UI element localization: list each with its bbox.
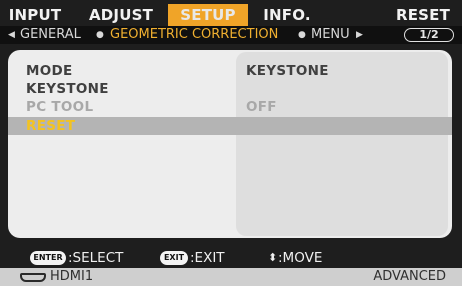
row-label: MODE xyxy=(26,63,73,79)
exit-help-text: :EXIT xyxy=(190,250,225,266)
tab-reset[interactable]: RESET xyxy=(392,4,454,26)
menu-mode: ADVANCED xyxy=(373,269,446,284)
breadcrumb-next[interactable]: MENU xyxy=(311,26,350,44)
breadcrumb: ◀ GENERAL ● GEOMETRIC CORRECTION ● MENU … xyxy=(0,26,462,44)
right-arrow-icon[interactable]: ▶ xyxy=(356,26,363,44)
tab-input[interactable]: INPUT xyxy=(8,4,62,26)
breadcrumb-prev[interactable]: GENERAL xyxy=(20,26,81,44)
menu-row-reset[interactable]: RESET xyxy=(8,117,452,135)
page-indicator: 1/2 xyxy=(404,28,454,42)
row-value: KEYSTONE xyxy=(246,63,329,79)
key-help-bar: ENTER :SELECT EXIT :EXIT ⬍ :MOVE xyxy=(0,248,462,268)
menu-row-mode[interactable]: MODE KEYSTONE xyxy=(8,62,452,80)
breadcrumb-separator: ● xyxy=(298,30,306,40)
breadcrumb-current: GEOMETRIC CORRECTION xyxy=(110,27,279,42)
input-source: HDMI1 xyxy=(50,269,94,284)
menu-tabs: INPUT ADJUST SETUP INFO. RESET xyxy=(0,4,462,26)
row-label: KEYSTONE xyxy=(26,81,109,97)
enter-help-text: :SELECT xyxy=(68,250,124,266)
left-arrow-icon[interactable]: ◀ xyxy=(8,26,15,44)
menu-row-keystone[interactable]: KEYSTONE xyxy=(8,80,452,98)
tab-info[interactable]: INFO. xyxy=(258,4,316,26)
row-label: RESET xyxy=(26,118,76,134)
exit-key-icon: EXIT xyxy=(160,251,188,265)
tab-setup[interactable]: SETUP xyxy=(168,4,248,26)
status-bar: HDMI1 ADVANCED xyxy=(0,268,462,286)
settings-panel: MODE KEYSTONE KEYSTONE PC TOOL OFF RESET xyxy=(8,50,452,238)
updown-arrow-icon: ⬍ xyxy=(268,251,278,264)
tab-adjust[interactable]: ADJUST xyxy=(84,4,158,26)
row-label: PC TOOL xyxy=(26,99,94,115)
row-value: OFF xyxy=(246,99,277,115)
enter-key-icon: ENTER xyxy=(30,251,66,265)
hdmi-icon xyxy=(20,273,46,282)
breadcrumb-separator: ● xyxy=(96,30,104,40)
move-help-text: :MOVE xyxy=(278,250,323,266)
projector-osd-menu: INPUT ADJUST SETUP INFO. RESET ◀ GENERAL… xyxy=(0,0,462,286)
menu-row-pc-tool: PC TOOL OFF xyxy=(8,98,452,116)
